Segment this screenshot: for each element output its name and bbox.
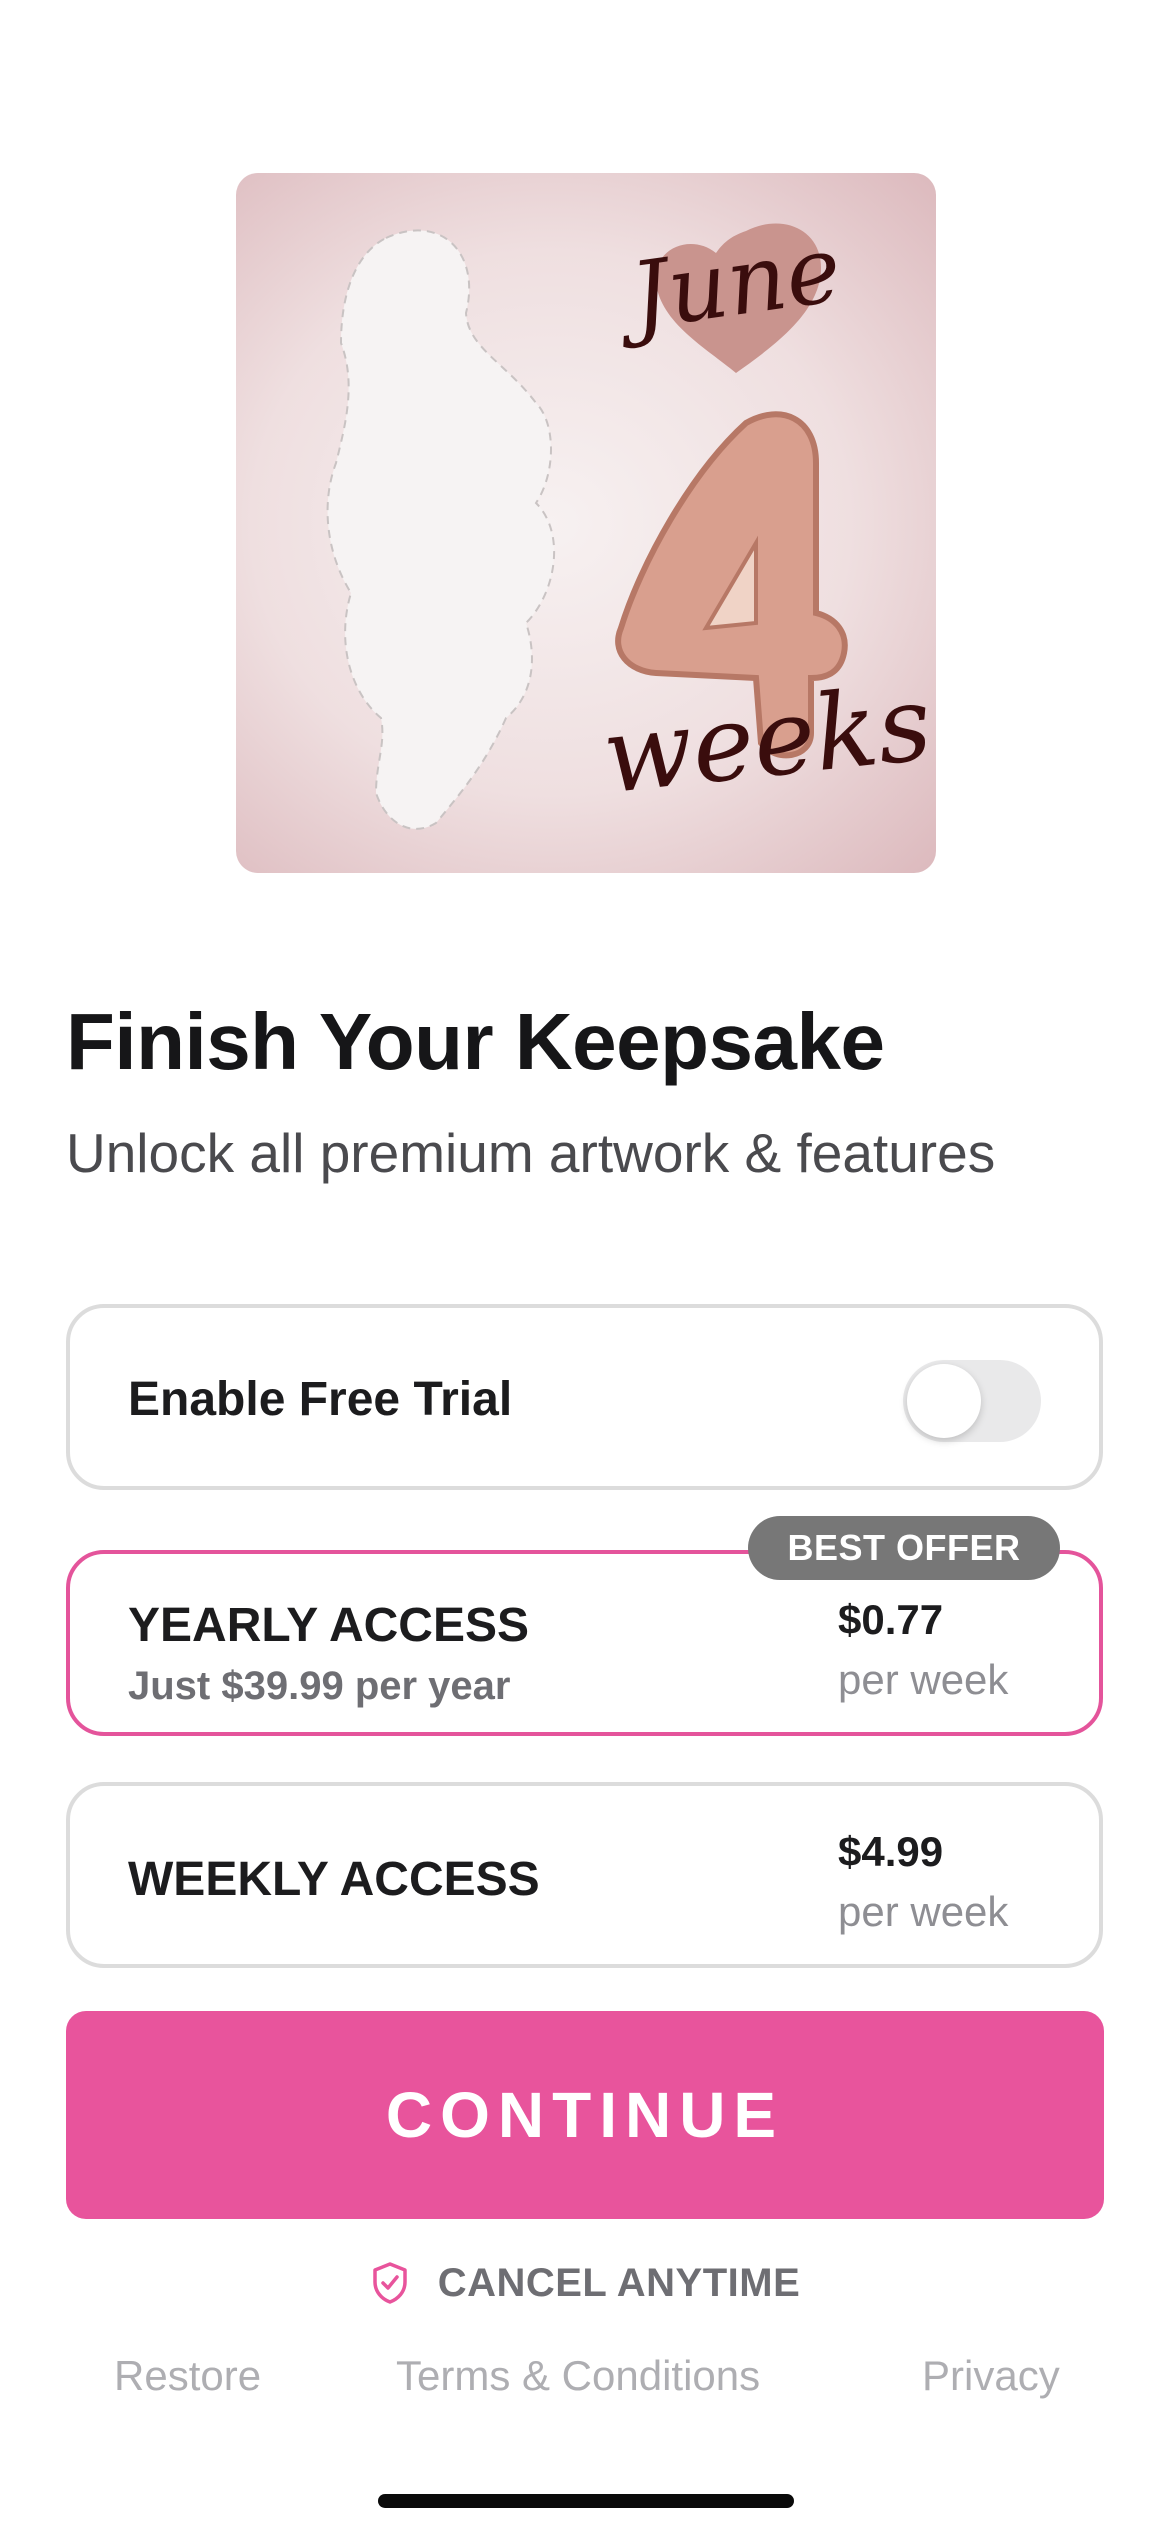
keepsake-preview-image: 4 June weeks <box>236 173 936 830</box>
cancel-anytime-note: CANCEL ANYTIME <box>0 2255 1170 2311</box>
plan-price-unit: per week <box>838 1888 1009 1935</box>
plan-name: YEARLY ACCESS <box>128 1599 530 1652</box>
free-trial-toggle[interactable] <box>903 1360 1041 1442</box>
free-trial-label: Enable Free Trial <box>128 1373 513 1426</box>
cancel-anytime-label: CANCEL ANYTIME <box>437 2260 801 2305</box>
month-text: June <box>609 215 848 352</box>
page-title: Finish Your Keepsake <box>66 997 885 1086</box>
restore-link[interactable]: Restore <box>114 2352 261 2400</box>
shield-check-icon <box>372 2262 407 2304</box>
continue-button[interactable]: CONTINUE <box>66 2011 1104 2219</box>
page-subtitle: Unlock all premium artwork & features <box>66 1122 996 1184</box>
plan-price: $0.77 <box>838 1596 944 1643</box>
hero-artwork: 4 June weeks <box>236 173 936 873</box>
home-indicator[interactable] <box>378 2494 794 2508</box>
best-offer-badge: BEST OFFER <box>748 1516 1060 1580</box>
free-trial-row[interactable]: Enable Free Trial <box>66 1304 1103 1490</box>
plan-price: $4.99 <box>838 1828 944 1875</box>
privacy-link[interactable]: Privacy <box>922 2352 1060 2400</box>
balloon-number: 4 <box>236 173 242 176</box>
footer-links: Restore Terms & Conditions Privacy <box>0 2352 1170 2412</box>
plan-price-unit: per week <box>838 1656 1009 1703</box>
plan-subtitle: Just $39.99 per year <box>128 1664 511 1708</box>
plan-option-weekly[interactable]: WEEKLY ACCESS $4.99 per week <box>66 1782 1103 1968</box>
terms-link[interactable]: Terms & Conditions <box>396 2352 760 2400</box>
plan-name: WEEKLY ACCESS <box>128 1853 540 1906</box>
toggle-knob <box>907 1364 981 1438</box>
baby-silhouette <box>326 229 556 830</box>
weeks-text: weeks <box>597 662 936 818</box>
